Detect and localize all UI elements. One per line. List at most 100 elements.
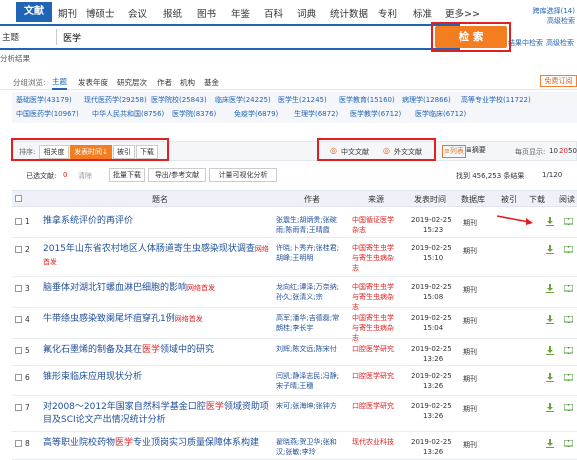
row-source[interactable]: 现代农业科技 <box>352 437 400 447</box>
tab-institution[interactable]: 机构 <box>180 77 195 88</box>
per-page-20[interactable]: 20 <box>559 147 568 155</box>
advanced-search-link[interactable]: 高级检索 <box>547 16 575 26</box>
row-checkbox[interactable] <box>15 440 22 447</box>
row-title-link[interactable]: 高等职业院校药物医学专业顶岗实习质量保障体系构建 <box>43 437 271 450</box>
free-subscribe-button[interactable]: 免费订阅 <box>540 75 577 87</box>
download-icon[interactable] <box>546 346 554 355</box>
nav-tab-encyclopedia[interactable]: 百科 <box>264 6 283 20</box>
subject-link[interactable]: 医学临床(6712) <box>415 109 466 119</box>
tab-level[interactable]: 研究层次 <box>117 77 147 88</box>
view-abstract-button[interactable]: ≣摘要 <box>465 145 487 158</box>
subject-link[interactable]: 医学院校(25843) <box>151 95 207 105</box>
nav-tab-patent[interactable]: 专利 <box>378 6 397 20</box>
read-book-icon[interactable] <box>564 374 573 381</box>
subject-link[interactable]: 医学教学(6712) <box>350 109 401 119</box>
row-title-link[interactable]: 对2008～2012年国家自然科学基金口腔医学领域资助项目及SCI论文产出情况统… <box>43 401 271 427</box>
nav-tab-yearbook[interactable]: 年鉴 <box>231 6 250 20</box>
subject-link[interactable]: 临床医学(24225) <box>215 95 271 105</box>
read-book-icon[interactable] <box>564 404 573 411</box>
select-all-checkbox[interactable] <box>15 195 22 202</box>
row-checkbox[interactable] <box>15 347 22 354</box>
nav-tab-dictionary[interactable]: 词典 <box>297 6 316 20</box>
nav-tab-journal[interactable]: 期刊 <box>58 6 77 20</box>
view-list-button[interactable]: ≡列表 <box>442 145 466 158</box>
read-book-icon[interactable] <box>564 316 573 323</box>
clear-link[interactable]: 清除 <box>78 171 92 181</box>
row-checkbox[interactable] <box>15 218 22 225</box>
row-source[interactable]: 口腔医学研究 <box>352 344 400 354</box>
download-icon[interactable] <box>546 373 554 382</box>
tab-author[interactable]: 作者 <box>157 77 172 88</box>
nav-tab-standard[interactable]: 标准 <box>413 6 432 20</box>
download-icon[interactable] <box>546 439 554 448</box>
row-checkbox[interactable] <box>15 246 22 253</box>
nav-tab-more[interactable]: 更多>> <box>445 6 480 20</box>
subject-link[interactable]: 基础医学(43179) <box>16 95 72 105</box>
tab-fund[interactable]: 基金 <box>204 77 219 88</box>
row-title-link[interactable]: 2015年山东省农村地区人体肠道寄生虫感染现状调查网络首发 <box>43 243 271 269</box>
col-author[interactable]: 作者 <box>304 194 320 205</box>
subject-link[interactable]: 病理学(12866) <box>402 95 451 105</box>
row-source[interactable]: 中国寄生虫学与寄生虫病杂志 <box>352 243 400 273</box>
batch-download-button[interactable]: 批量下载 <box>109 168 145 182</box>
col-cited[interactable]: 被引 <box>501 194 517 205</box>
read-book-icon[interactable] <box>564 347 573 354</box>
cross-db-link[interactable]: 跨库选择(14) <box>533 6 575 16</box>
subject-link[interactable]: 医学生(21245) <box>278 95 327 105</box>
row-checkbox[interactable] <box>15 404 22 411</box>
subject-link[interactable]: 中华人民共和国(8756) <box>92 109 164 119</box>
read-book-icon[interactable] <box>564 246 573 253</box>
nav-tab-book[interactable]: 图书 <box>197 6 216 20</box>
row-title-link[interactable]: 锥形束临床应用现状分析 <box>43 371 271 384</box>
per-page-50[interactable]: 50 <box>568 147 577 155</box>
row-authors[interactable]: 刘辉;陈文远;陈宋付 <box>276 344 342 354</box>
row-source[interactable]: 中国循证医学杂志 <box>352 215 400 235</box>
nav-tab-statistics[interactable]: 统计数据 <box>330 6 368 20</box>
col-source[interactable]: 来源 <box>368 194 384 205</box>
search-field-select[interactable]: 主题 <box>2 31 19 43</box>
row-authors[interactable]: 高军;潘华;吉德磊;常朗桂;李长宇 <box>276 313 342 333</box>
row-checkbox[interactable] <box>15 316 22 323</box>
row-title-link[interactable]: 脑垂体对湖北钉螺血淋巴细胞的影响网络首发 <box>43 282 271 295</box>
subject-link[interactable]: 高等专业学校(11722) <box>461 95 531 105</box>
read-book-icon[interactable] <box>564 218 573 225</box>
row-checkbox[interactable] <box>15 285 22 292</box>
row-source[interactable]: 口腔医学研究 <box>352 401 400 411</box>
row-authors[interactable]: 翟晓燕;贺卫华;张和汉;张敏;李玲 <box>276 437 342 457</box>
col-date[interactable]: 发表时间 <box>414 194 446 205</box>
subject-link[interactable]: 现代医药学(29258) <box>84 95 147 105</box>
nav-tab-thesis[interactable]: 博硕士 <box>86 6 115 20</box>
nav-tab-literature[interactable]: 文献 <box>16 2 52 22</box>
search-input[interactable]: 医学 <box>63 31 81 44</box>
subject-link[interactable]: 中国医药学(10967) <box>16 109 79 119</box>
row-authors[interactable]: 龙向红;谭泽;万奈纳;孙久;张清义;宗 <box>276 282 342 302</box>
download-icon[interactable] <box>546 284 554 293</box>
result-advanced-link[interactable]: 高级检索 <box>546 38 574 48</box>
tab-subject[interactable]: 主题 <box>52 76 67 90</box>
read-book-icon[interactable] <box>564 285 573 292</box>
export-button[interactable]: 导出/参考文献 <box>148 168 206 182</box>
nav-tab-conference[interactable]: 会议 <box>128 6 147 20</box>
download-icon[interactable] <box>546 217 554 226</box>
row-authors[interactable]: 闫凯;静泽志民;冯静;宋子晴;王穗 <box>276 371 342 391</box>
row-title-link[interactable]: 氟化石墨烯的制备及其在医学领域中的研究 <box>43 344 271 357</box>
download-icon[interactable] <box>546 245 554 254</box>
row-title-link[interactable]: 推拿系统评价的再评价 <box>43 215 271 228</box>
row-source[interactable]: 口腔医学研究 <box>352 371 400 381</box>
col-title[interactable]: 题名 <box>152 194 168 205</box>
read-book-icon[interactable] <box>564 440 573 447</box>
col-downloads[interactable]: 下载 <box>529 194 545 205</box>
subject-link[interactable]: 医学院(8376) <box>172 109 216 119</box>
subject-link[interactable]: 免疫学(6879) <box>234 109 278 119</box>
row-title-link[interactable]: 牛带绦虫感染致阑尾坏疽穿孔1例网络首发 <box>43 313 271 326</box>
analyze-results-link[interactable]: 分析结果 <box>0 53 30 64</box>
download-icon[interactable] <box>546 403 554 412</box>
subject-link[interactable]: 医学教育(15160) <box>339 95 395 105</box>
per-page-10[interactable]: 10 <box>549 147 558 155</box>
nav-tab-newspaper[interactable]: 报纸 <box>163 6 182 20</box>
result-search-link[interactable]: 结果中检索 <box>508 38 543 48</box>
visual-analysis-button[interactable]: 计量可视化分析 <box>209 168 277 182</box>
row-authors[interactable]: 许晓;卜秀卉;张桂君;胡峰;王明明 <box>276 243 342 263</box>
row-authors[interactable]: 张震生;胡炳贵;张碗雨;陈雨青;王晴霞 <box>276 215 342 235</box>
row-checkbox[interactable] <box>15 374 22 381</box>
